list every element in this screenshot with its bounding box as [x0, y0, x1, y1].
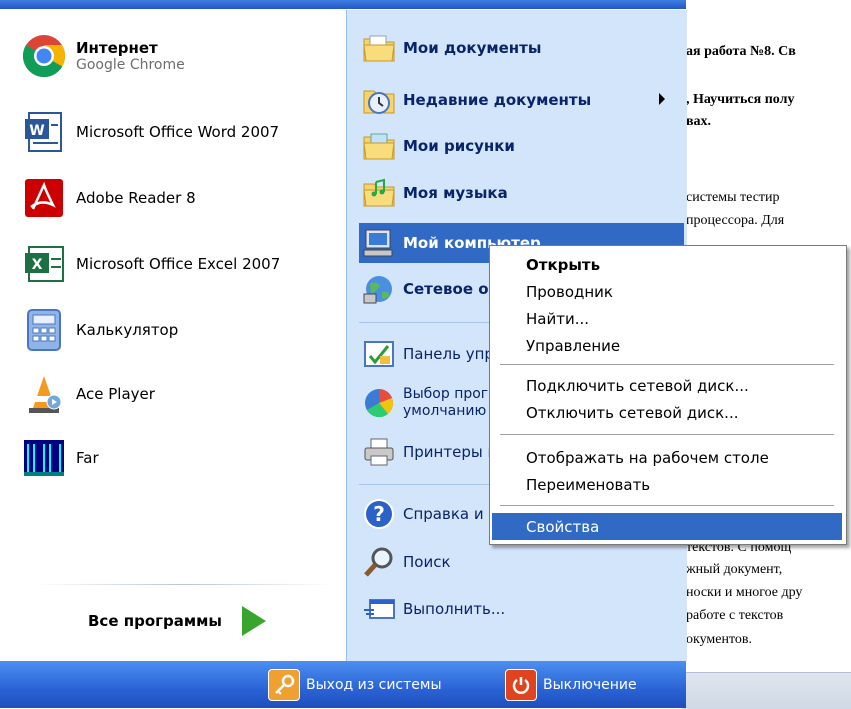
- start-menu-header: [0, 0, 686, 10]
- menu-item-label: Проводник: [526, 282, 613, 301]
- program-calculator[interactable]: Калькулятор: [18, 304, 178, 356]
- all-programs-separator: [34, 584, 334, 585]
- doc-line: окументов.: [686, 632, 753, 647]
- default-programs-icon: [359, 383, 399, 423]
- program-far[interactable]: Far: [18, 432, 99, 484]
- doc-line: , Научиться полу: [686, 92, 795, 107]
- menu-item-label: Отображать на рабочем столе: [526, 448, 769, 467]
- green-arrow-icon: [241, 606, 266, 636]
- my-documents-item[interactable]: Мои документы: [359, 28, 679, 68]
- calculator-icon: [18, 304, 70, 356]
- start-menu-footer: Выход из системы Выключение: [0, 661, 686, 708]
- program-label: Far: [76, 449, 99, 467]
- power-icon: [505, 669, 537, 701]
- logoff-button[interactable]: Выход из системы: [268, 669, 442, 701]
- my-pictures-item[interactable]: Мои рисунки: [359, 126, 679, 166]
- printer-icon: [359, 432, 399, 472]
- program-word[interactable]: W Microsoft Office Word 2007: [18, 106, 279, 158]
- logoff-label: Выход из системы: [306, 677, 442, 693]
- svg-text:X: X: [32, 257, 43, 273]
- folder-pictures-icon: [359, 126, 399, 166]
- my-pictures-label: Мои рисунки: [403, 137, 515, 155]
- menu-separator: [500, 505, 834, 506]
- search-item[interactable]: Поиск: [359, 542, 679, 582]
- menu-item-find[interactable]: Найти...: [492, 305, 842, 332]
- shutdown-button[interactable]: Выключение: [505, 669, 637, 701]
- adobe-reader-icon: [18, 172, 70, 224]
- menu-separator: [500, 364, 834, 365]
- menu-item-map-drive[interactable]: Подключить сетевой диск...: [492, 372, 842, 399]
- menu-item-show-on-desktop[interactable]: Отображать на рабочем столе: [492, 444, 842, 471]
- program-excel[interactable]: X Microsoft Office Excel 2007: [18, 238, 280, 290]
- my-documents-label: Мои документы: [403, 39, 542, 57]
- program-label: Ace Player: [76, 385, 155, 403]
- far-icon: [18, 432, 70, 484]
- key-icon: [268, 669, 300, 701]
- program-label: Калькулятор: [76, 321, 179, 339]
- svg-text:?: ?: [373, 502, 385, 526]
- run-label: Выполнить...: [403, 600, 506, 618]
- run-icon: [359, 589, 399, 629]
- doc-line: процессора. Для: [686, 213, 785, 228]
- search-label: Поиск: [403, 553, 451, 571]
- doc-line: системы тестир: [686, 190, 780, 205]
- my-computer-icon: [359, 223, 399, 263]
- word-icon: W: [18, 106, 70, 158]
- program-label: Microsoft Office Word 2007: [76, 123, 280, 141]
- recent-documents-label: Недавние документы: [403, 91, 592, 109]
- menu-item-properties[interactable]: Свойства: [492, 513, 842, 540]
- shutdown-label: Выключение: [543, 677, 637, 693]
- menu-item-rename[interactable]: Переименовать: [492, 471, 842, 498]
- menu-item-label: Подключить сетевой диск...: [526, 376, 749, 395]
- menu-item-disconnect-drive[interactable]: Отключить сетевой диск...: [492, 399, 842, 426]
- document-statusbar: [682, 672, 851, 709]
- all-programs-label: Все программы: [88, 612, 222, 630]
- menu-separator: [500, 434, 834, 435]
- submenu-arrow-icon: [659, 93, 665, 105]
- doc-line: жный документ,: [686, 562, 783, 577]
- control-panel-icon: [359, 334, 399, 374]
- search-icon: [359, 542, 399, 582]
- doc-line: ая работа №8. Св: [686, 44, 796, 59]
- all-programs-button[interactable]: Все программы: [88, 606, 266, 636]
- recent-documents-icon: [359, 80, 399, 120]
- menu-item-label: Отключить сетевой диск...: [526, 403, 739, 422]
- doc-line: вах.: [686, 114, 712, 129]
- doc-line: работе с текстов: [686, 608, 784, 623]
- my-music-label: Моя музыка: [403, 184, 508, 202]
- menu-item-label: Открыть: [526, 255, 601, 274]
- context-menu: Открыть Проводник Найти... Управление По…: [489, 245, 847, 545]
- ace-player-icon: [18, 368, 70, 420]
- pinned-title: Интернет: [76, 39, 158, 57]
- programs-pane: Интернет Google Chrome W Microsoft Offic…: [4, 10, 346, 661]
- program-label: Microsoft Office Excel 2007: [76, 255, 281, 273]
- excel-icon: X: [18, 238, 70, 290]
- pinned-internet[interactable]: Интернет Google Chrome: [18, 30, 185, 82]
- folder-documents-icon: [359, 28, 399, 68]
- run-item[interactable]: Выполнить...: [359, 589, 679, 629]
- menu-item-label: Управление: [526, 336, 621, 355]
- program-adobe-reader[interactable]: Adobe Reader 8: [18, 172, 196, 224]
- menu-item-label: Свойства: [526, 517, 600, 536]
- menu-item-label: Переименовать: [526, 475, 651, 494]
- network-globe-icon: [359, 269, 399, 309]
- chrome-icon: [18, 30, 70, 82]
- menu-item-manage[interactable]: Управление: [492, 332, 842, 359]
- menu-item-open[interactable]: Открыть: [492, 251, 842, 278]
- program-label: Adobe Reader 8: [76, 189, 196, 207]
- help-icon: ?: [359, 494, 399, 534]
- program-ace-player[interactable]: Ace Player: [18, 368, 155, 420]
- doc-line: носки и многое дру: [686, 585, 803, 600]
- pinned-subtitle: Google Chrome: [76, 57, 185, 73]
- recent-documents-item[interactable]: Недавние документы: [359, 80, 679, 120]
- folder-music-icon: [359, 173, 399, 213]
- menu-item-label: Найти...: [526, 309, 590, 328]
- svg-text:W: W: [29, 123, 44, 139]
- menu-item-explorer[interactable]: Проводник: [492, 278, 842, 305]
- my-music-item[interactable]: Моя музыка: [359, 173, 679, 213]
